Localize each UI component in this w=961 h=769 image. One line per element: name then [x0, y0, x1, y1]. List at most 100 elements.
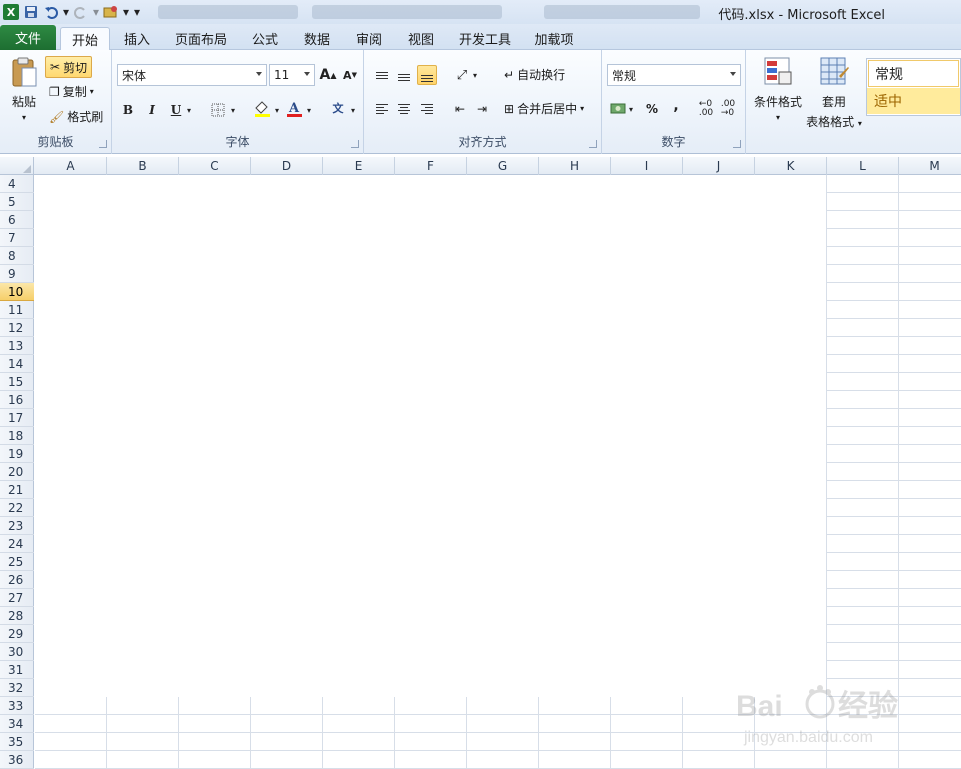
row-header-31[interactable]: 31 — [0, 661, 34, 679]
row-header-21[interactable]: 21 — [0, 481, 34, 499]
row-header-35[interactable]: 35 — [0, 733, 34, 751]
underline-button[interactable]: U — [166, 100, 186, 120]
tab-review[interactable]: 审阅 — [348, 27, 390, 50]
borders-dropdown-icon[interactable]: ▾ — [228, 100, 238, 120]
tab-data[interactable]: 数据 — [296, 27, 338, 50]
row-header-12[interactable]: 12 — [0, 319, 34, 337]
orientation-dropdown-icon[interactable]: ▾ — [470, 65, 480, 85]
row-header-14[interactable]: 14 — [0, 355, 34, 373]
row-header-17[interactable]: 17 — [0, 409, 34, 427]
font-size-select[interactable]: 11 — [269, 64, 315, 86]
font-launcher-icon[interactable] — [351, 140, 359, 148]
row-header-26[interactable]: 26 — [0, 571, 34, 589]
row-header-36[interactable]: 36 — [0, 751, 34, 769]
paste-button[interactable]: 粘贴 ▾ — [8, 56, 40, 122]
column-header-e[interactable]: E — [323, 157, 395, 175]
row-header-27[interactable]: 27 — [0, 589, 34, 607]
format-painter-button[interactable]: 🖌 格式刷 — [49, 108, 103, 125]
clipboard-launcher-icon[interactable] — [99, 140, 107, 148]
font-color-dropdown-icon[interactable]: ▾ — [304, 100, 314, 120]
redo-icon[interactable] — [72, 3, 90, 21]
copy-button[interactable]: ❐ 复制 ▾ — [49, 83, 94, 100]
row-header-24[interactable]: 24 — [0, 535, 34, 553]
column-header-g[interactable]: G — [467, 157, 539, 175]
align-top-icon[interactable] — [372, 65, 392, 85]
percent-button[interactable]: % — [642, 99, 662, 119]
number-launcher-icon[interactable] — [733, 140, 741, 148]
row-header-29[interactable]: 29 — [0, 625, 34, 643]
save-icon[interactable] — [22, 3, 40, 21]
row-header-23[interactable]: 23 — [0, 517, 34, 535]
align-bottom-icon[interactable] — [417, 65, 437, 85]
undo-dropdown-icon[interactable]: ▾ — [62, 3, 70, 21]
column-header-k[interactable]: K — [755, 157, 827, 175]
align-left-icon[interactable] — [372, 99, 392, 119]
cut-button[interactable]: ✂ 剪切 — [45, 56, 93, 78]
font-name-select[interactable]: 宋体 — [117, 64, 267, 86]
font-color-icon[interactable]: A — [284, 98, 304, 118]
currency-dropdown-icon[interactable]: ▾ — [626, 99, 636, 119]
increase-indent-icon[interactable]: ⇥ — [472, 99, 492, 119]
number-format-select[interactable]: 常规 — [607, 64, 741, 86]
row-header-8[interactable]: 8 — [0, 247, 34, 265]
comma-button[interactable]: , — [666, 96, 686, 116]
row-header-28[interactable]: 28 — [0, 607, 34, 625]
redo-dropdown-icon[interactable]: ▾ — [92, 3, 100, 21]
custom-tool-dropdown-icon[interactable]: ▾ — [122, 3, 130, 21]
tab-home[interactable]: 开始 — [60, 27, 110, 50]
column-header-j[interactable]: J — [683, 157, 755, 175]
row-header-18[interactable]: 18 — [0, 427, 34, 445]
tab-page-layout[interactable]: 页面布局 — [166, 27, 236, 50]
undo-icon[interactable] — [42, 3, 60, 21]
row-header-6[interactable]: 6 — [0, 211, 34, 229]
format-as-table-button[interactable]: 套用 表格格式 ▾ — [806, 56, 862, 130]
tab-view[interactable]: 视图 — [400, 27, 442, 50]
bold-button[interactable]: B — [118, 100, 138, 120]
decrease-decimal-icon[interactable]: .00 →0 — [718, 99, 738, 119]
customize-qat-icon[interactable]: ▾ — [132, 3, 142, 21]
column-header-a[interactable]: A — [35, 157, 107, 175]
wrap-text-button[interactable]: ↵ 自动换行 — [504, 66, 565, 83]
row-header-19[interactable]: 19 — [0, 445, 34, 463]
conditional-format-button[interactable]: 条件格式 ▾ — [750, 56, 806, 122]
underline-dropdown-icon[interactable]: ▾ — [184, 100, 194, 120]
row-header-20[interactable]: 20 — [0, 463, 34, 481]
phonetic-dropdown-icon[interactable]: ▾ — [348, 100, 358, 120]
row-header-32[interactable]: 32 — [0, 679, 34, 697]
tab-insert[interactable]: 插入 — [114, 27, 160, 50]
row-header-15[interactable]: 15 — [0, 373, 34, 391]
row-header-13[interactable]: 13 — [0, 337, 34, 355]
row-header-22[interactable]: 22 — [0, 499, 34, 517]
row-header-25[interactable]: 25 — [0, 553, 34, 571]
row-header-5[interactable]: 5 — [0, 193, 34, 211]
style-neutral[interactable]: 适中 — [867, 88, 960, 114]
tab-addins[interactable]: 加载项 — [526, 27, 582, 50]
style-normal[interactable]: 常规 — [868, 60, 959, 87]
increase-decimal-icon[interactable]: ←0.00 — [696, 99, 716, 119]
column-header-d[interactable]: D — [251, 157, 323, 175]
column-header-h[interactable]: H — [539, 157, 611, 175]
alignment-launcher-icon[interactable] — [589, 140, 597, 148]
row-header-11[interactable]: 11 — [0, 301, 34, 319]
row-header-7[interactable]: 7 — [0, 229, 34, 247]
row-header-9[interactable]: 9 — [0, 265, 34, 283]
italic-button[interactable]: I — [142, 100, 162, 120]
tab-formulas[interactable]: 公式 — [244, 27, 286, 50]
column-header-c[interactable]: C — [179, 157, 251, 175]
fill-color-dropdown-icon[interactable]: ▾ — [272, 100, 282, 120]
borders-icon[interactable] — [208, 100, 228, 120]
decrease-indent-icon[interactable]: ⇤ — [450, 99, 470, 119]
phonetic-icon[interactable]: 文 — [328, 98, 348, 118]
column-header-m[interactable]: M — [899, 157, 961, 175]
currency-icon[interactable] — [608, 99, 628, 119]
column-header-f[interactable]: F — [395, 157, 467, 175]
tab-developer[interactable]: 开发工具 — [452, 27, 518, 50]
merge-center-button[interactable]: ⊞ 合并后居中 ▾ — [504, 100, 584, 117]
tab-file[interactable]: 文件 — [0, 25, 56, 50]
decrease-font-icon[interactable]: A ▼ — [340, 65, 360, 85]
align-right-icon[interactable] — [417, 99, 437, 119]
row-header-10[interactable]: 10 — [0, 283, 34, 301]
column-header-i[interactable]: I — [611, 157, 683, 175]
row-header-16[interactable]: 16 — [0, 391, 34, 409]
column-header-b[interactable]: B — [107, 157, 179, 175]
